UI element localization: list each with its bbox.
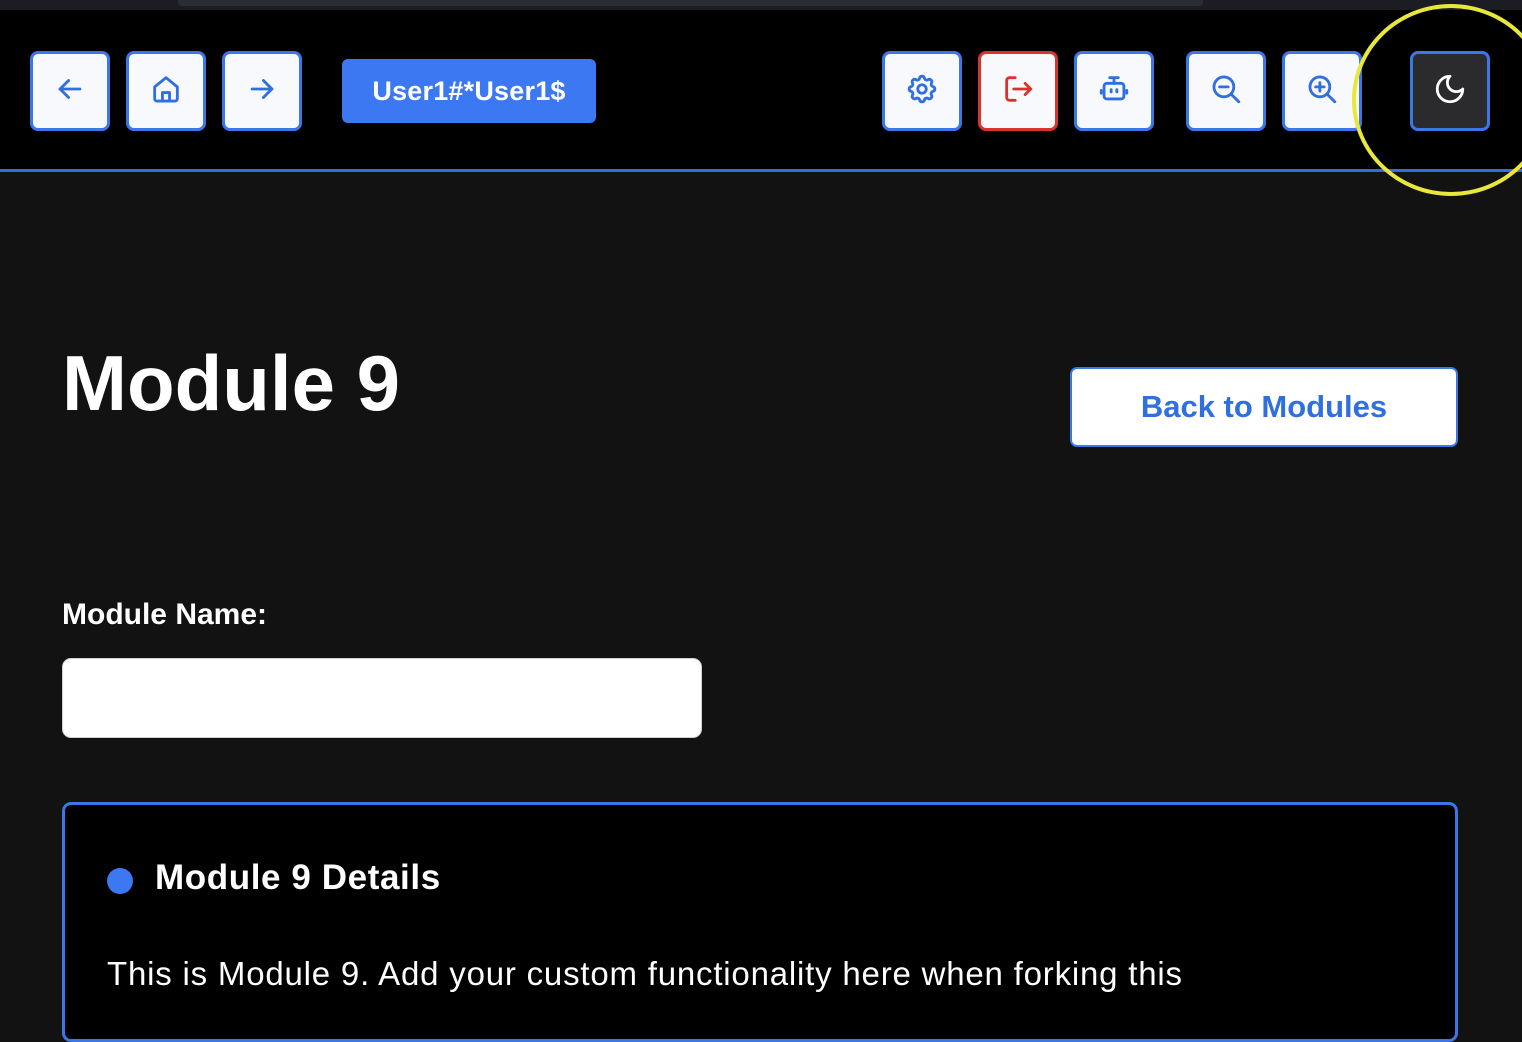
page-title: Module 9 xyxy=(62,339,401,427)
zoom-in-button[interactable] xyxy=(1282,51,1362,131)
theme-toggle-button[interactable] xyxy=(1410,51,1490,131)
assistant-button[interactable] xyxy=(1074,51,1154,131)
home-icon xyxy=(149,72,183,111)
logout-button[interactable] xyxy=(978,51,1058,131)
top-navigation-bar: User1#*User1$ xyxy=(0,10,1522,172)
details-title: Module 9 Details xyxy=(155,858,441,897)
browser-tab-edge xyxy=(178,0,1203,6)
back-nav-button[interactable] xyxy=(30,51,110,131)
moon-icon xyxy=(1433,72,1467,111)
user-badge[interactable]: User1#*User1$ xyxy=(342,59,596,123)
arrow-right-icon xyxy=(245,72,279,111)
zoom-out-button[interactable] xyxy=(1186,51,1266,131)
module-name-label: Module Name: xyxy=(62,598,268,631)
module-name-input[interactable] xyxy=(62,658,702,738)
zoom-in-icon xyxy=(1305,72,1339,111)
details-description: This is Module 9. Add your custom functi… xyxy=(107,955,1183,992)
robot-icon xyxy=(1097,72,1131,111)
logout-icon xyxy=(1001,72,1035,111)
back-to-modules-button[interactable]: Back to Modules xyxy=(1070,367,1458,447)
home-button[interactable] xyxy=(126,51,206,131)
settings-button[interactable] xyxy=(882,51,962,131)
module-details-card: Module 9 Details This is Module 9. Add y… xyxy=(62,802,1458,1042)
arrow-left-icon xyxy=(53,72,87,111)
gear-icon xyxy=(905,72,939,111)
forward-nav-button[interactable] xyxy=(222,51,302,131)
zoom-out-icon xyxy=(1209,72,1243,111)
browser-chrome-strip xyxy=(0,0,1522,10)
bullet-dot-icon xyxy=(107,868,133,894)
